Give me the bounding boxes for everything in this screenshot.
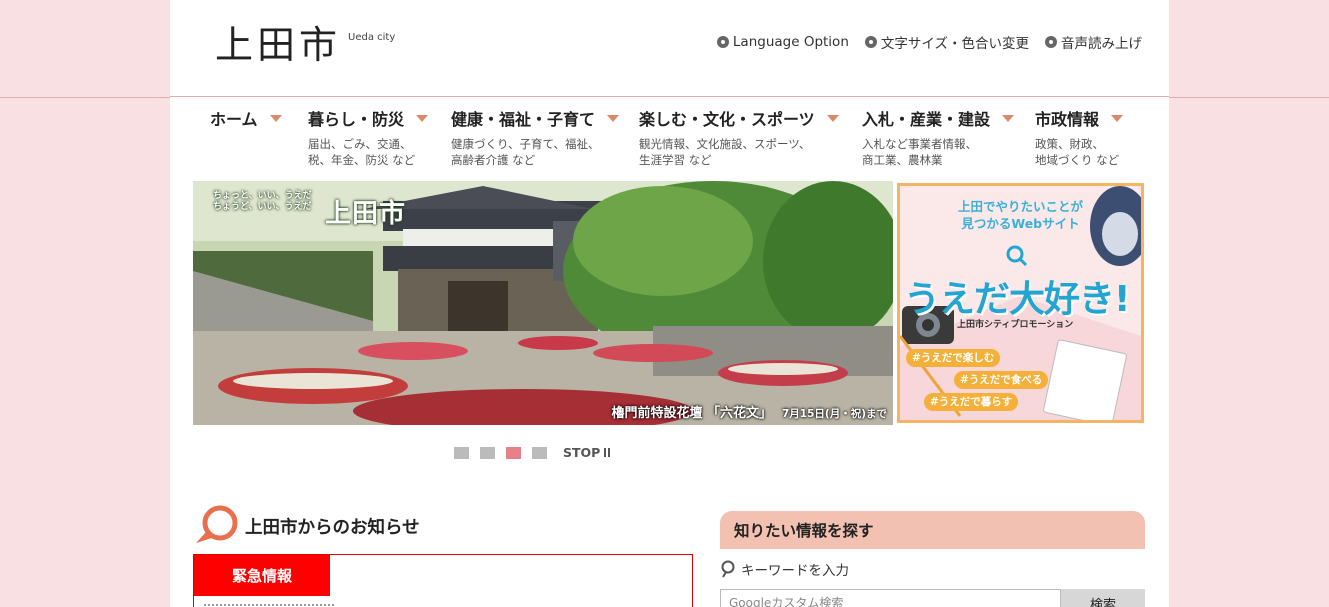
stop-label: STOP <box>563 445 601 460</box>
nav-label: ホーム <box>210 110 258 129</box>
nav-desc: 入札など事業者情報、 <box>862 137 977 151</box>
site-header: 上田市 Ueda city Language Option 文字サイズ・色合い変… <box>170 0 1169 97</box>
chevron-down-icon <box>269 114 282 122</box>
divider <box>204 604 334 606</box>
slider-dot-2[interactable] <box>480 446 495 459</box>
nav-label: 入札・産業・建設 <box>862 110 991 129</box>
site-logo-subtitle: Ueda city <box>348 32 396 43</box>
emergency-info-panel: 緊急情報 <box>193 554 693 607</box>
speech-bubble-icon <box>196 505 238 543</box>
nav-label: 暮らし・防災 <box>308 110 405 129</box>
nav-item-health[interactable]: 健康・福祉・子育て 健康づくり、子育て、福祉、 高齢者介護 など <box>451 106 620 168</box>
bullet-icon <box>1045 36 1057 48</box>
nav-desc: 生涯学習 など <box>639 153 712 167</box>
hero-caption-title: 櫓門前特設花壇 「六花文」 <box>611 406 772 421</box>
hero-tagline-2: ちょうど、いい、うえだ <box>213 202 312 212</box>
search-panel-title: 知りたい情報を探す <box>720 511 1145 549</box>
news-title: 上田市からのお知らせ <box>245 517 420 538</box>
slider-dot-4[interactable] <box>532 446 547 459</box>
slider-dot-3[interactable] <box>506 446 521 459</box>
global-nav: ホーム 暮らし・防災 届出、ごみ、交通、 税、年金、防災 など 健康・福祉・子育て… <box>192 106 1152 172</box>
nav-item-business[interactable]: 入札・産業・建設 入札など事業者情報、 商工業、農林業 <box>862 106 1015 168</box>
hero-caption-date: 7月15日(月・祝)まで <box>781 408 887 420</box>
promo-headline: うえだ大好き! <box>904 279 1130 320</box>
nav-desc: 観光情報、文化施設、スポーツ、 <box>639 137 811 151</box>
hero-caption: 櫓門前特設花壇 「六花文」 7月15日(月・祝)まで <box>611 402 887 421</box>
chevron-down-icon <box>1002 114 1015 122</box>
chevron-down-icon <box>416 114 429 122</box>
slider-controls: STOP <box>454 445 611 460</box>
utility-links: Language Option 文字サイズ・色合い変更 音声読み上げ <box>716 32 1142 52</box>
chevron-down-icon <box>607 114 620 122</box>
hero-logo-text: 上田市 <box>325 199 407 229</box>
search-button[interactable]: 検索 <box>1061 589 1145 607</box>
nav-label: 健康・福祉・子育て <box>451 110 596 129</box>
nav-item-living[interactable]: 暮らし・防災 届出、ごみ、交通、 税、年金、防災 など <box>308 106 429 168</box>
nav-desc: 政策、財政、 <box>1035 137 1104 151</box>
search-input[interactable] <box>720 589 1061 607</box>
nav-desc: 健康づくり、子育て、福祉、 <box>451 137 600 151</box>
promo-intro: 上田でやりたいことが 見つかるWebサイト <box>900 198 1141 232</box>
nav-desc: 高齢者介護 など <box>451 153 536 167</box>
nav-label: 楽しむ・文化・スポーツ <box>639 110 815 129</box>
text-size-color-link[interactable]: 文字サイズ・色合い変更 <box>864 32 1029 52</box>
nav-desc: 地域づくり など <box>1035 153 1120 167</box>
promo-line-1: 上田でやりたいことが <box>957 199 1083 214</box>
promo-subtitle: 上田市シティプロモーション <box>957 320 1074 330</box>
hero-logo: ちょっと、いい、うえだ ちょうど、いい、うえだ 上田市 <box>213 191 405 229</box>
slider-stop-button[interactable]: STOP <box>563 445 611 460</box>
nav-desc: 商工業、農林業 <box>862 153 943 167</box>
chevron-down-icon <box>826 114 839 122</box>
hero-photo <box>193 181 893 425</box>
language-option-link[interactable]: Language Option <box>716 32 849 52</box>
search-label-text: キーワードを入力 <box>741 563 849 579</box>
search-icon <box>721 560 735 578</box>
nav-item-city-info[interactable]: 市政情報 政策、財政、地域づくり など <box>1035 106 1124 168</box>
emergency-tab[interactable]: 緊急情報 <box>194 555 330 596</box>
promo-tag: #うえだで楽しむ <box>906 349 1001 367</box>
hero-slide[interactable]: ちょっと、いい、うえだ ちょうど、いい、うえだ 上田市 櫓門前特設花壇 「六花文… <box>193 181 893 425</box>
hero-tagline-1: ちょっと、いい、うえだ <box>213 191 312 201</box>
text-size-color-label: 文字サイズ・色合い変更 <box>880 36 1029 52</box>
promo-line-2: 見つかるWebサイト <box>961 216 1080 231</box>
nav-item-culture[interactable]: 楽しむ・文化・スポーツ 観光情報、文化施設、スポーツ、 生涯学習 など <box>639 106 839 168</box>
news-header: 上田市からのお知らせ <box>193 505 420 547</box>
read-aloud-link[interactable]: 音声読み上げ <box>1045 32 1142 52</box>
page-container: 上田市 Ueda city Language Option 文字サイズ・色合い変… <box>170 0 1169 607</box>
read-aloud-label: 音声読み上げ <box>1061 36 1142 52</box>
promo-tag: #うえだで食べる <box>954 371 1049 389</box>
nav-desc: 税、年金、防災 など <box>308 153 416 167</box>
search-label: キーワードを入力 <box>720 559 1145 579</box>
site-logo-title[interactable]: 上田市 <box>215 14 341 69</box>
bullet-icon <box>864 36 877 48</box>
search-panel: 知りたい情報を探す キーワードを入力 検索 <box>720 511 1145 607</box>
pause-icon <box>604 448 611 457</box>
chevron-down-icon <box>1111 114 1124 122</box>
bullet-icon <box>716 36 729 48</box>
language-option-label: Language Option <box>732 34 849 50</box>
nav-label: 市政情報 <box>1035 110 1100 129</box>
search-row: 検索 <box>720 589 1145 607</box>
nav-desc: 届出、ごみ、交通、 <box>308 137 412 151</box>
promo-banner[interactable]: 上田でやりたいことが 見つかるWebサイト うえだ大好き! 上田市シティプロモー… <box>897 183 1144 423</box>
promo-tag: #うえだで暮らす <box>924 393 1019 411</box>
nav-item-home[interactable]: ホーム <box>210 106 282 130</box>
slider-dot-1[interactable] <box>454 446 469 459</box>
